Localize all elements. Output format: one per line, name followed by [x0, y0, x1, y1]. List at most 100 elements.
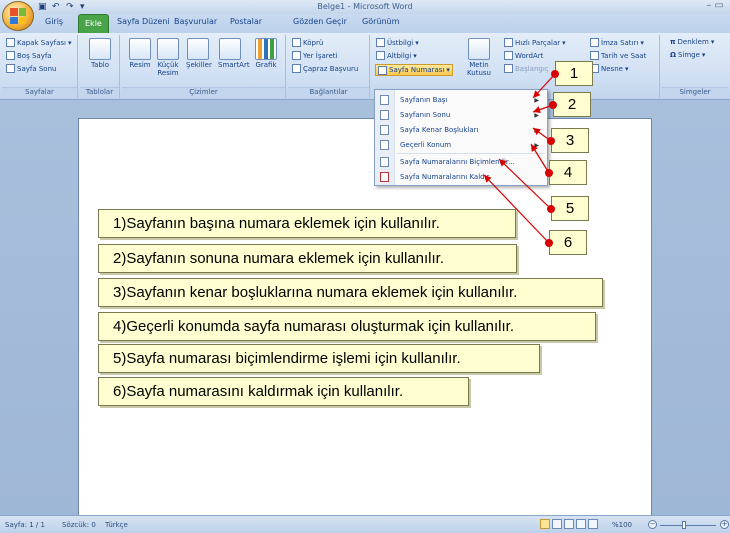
picture-icon [129, 38, 151, 60]
tablo-button[interactable]: Tablo [88, 38, 112, 69]
full-screen-view-icon[interactable] [552, 519, 562, 529]
group-baglantilar: Köprü Yer İşareti Çapraz Başvuru Bağlant… [288, 35, 370, 98]
menu-item-gecerli-konum[interactable]: Geçerli Konum ▶ [375, 138, 547, 152]
group-simgeler: π Denklem ▾ Ω Simge ▾ Simgeler [662, 35, 728, 98]
zoom-slider-thumb[interactable] [682, 521, 686, 529]
group-cizimler: Resim Küçük Resim Şekiller SmartArt Graf… [122, 35, 286, 98]
group-sayfalar: Kapak Sayfası ▾ Boş Sayfa Sayfa Sonu Say… [2, 35, 78, 98]
document-area [0, 100, 730, 518]
page-bottom-icon [380, 110, 389, 120]
submenu-arrow-icon: ▶ [534, 126, 539, 134]
callout-number-6: 6 [549, 230, 587, 255]
explanation-1: 1)Sayfanın başına numara eklemek için ku… [98, 209, 516, 238]
explanation-3: 3)Sayfanın kenar boşluklarına numara ekl… [98, 278, 603, 307]
title-bar: ▣ ↶ ↷ ▾ Belge1 - Microsoft Word – ▭ [0, 0, 730, 31]
submenu-arrow-icon: ▶ [534, 111, 539, 119]
web-layout-view-icon[interactable] [564, 519, 574, 529]
outline-view-icon[interactable] [576, 519, 586, 529]
callout-number-4: 4 [549, 160, 587, 185]
kopru-button[interactable]: Köprü [292, 38, 323, 47]
callout-number-2: 2 [553, 92, 591, 117]
nesne-button[interactable]: Nesne ▾ [590, 64, 628, 73]
callout-dot [545, 169, 553, 177]
capraz-basvuru-button[interactable]: Çapraz Başvuru [292, 64, 358, 73]
tab-basvurular[interactable]: Başvurular [174, 17, 217, 26]
zoom-level[interactable]: %100 [612, 521, 632, 529]
remove-icon [380, 172, 389, 182]
menu-item-kenar-bosluklari[interactable]: Sayfa Kenar Boşlukları ▶ [375, 123, 547, 137]
explanation-4: 4)Geçerli konumda sayfa numarası oluştur… [98, 312, 596, 341]
office-logo-icon [10, 8, 26, 24]
zoom-slider[interactable] [660, 525, 716, 526]
group-label-baglantilar: Bağlantılar [288, 87, 369, 98]
format-icon [380, 157, 389, 167]
explanation-6: 6)Sayfa numarasını kaldırmak için kullan… [98, 377, 469, 406]
imza-satiri-button[interactable]: İmza Satırı ▾ [590, 38, 644, 47]
callout-dot [547, 205, 555, 213]
clipart-icon [157, 38, 179, 60]
draft-view-icon[interactable] [588, 519, 598, 529]
menu-item-bicimlendir[interactable]: Sayfa Numaralarını Biçimlendir... [375, 155, 547, 169]
current-position-icon [380, 140, 389, 150]
ribbon: Kapak Sayfası ▾ Boş Sayfa Sayfa Sonu Say… [0, 33, 730, 100]
page-number-menu: Sayfanın Başı ▶ Sayfanın Sonu ▶ Sayfa Kena… [374, 89, 548, 186]
sayfa-numarasi-button[interactable]: Sayfa Numarası ▾ [375, 64, 453, 76]
word-count[interactable]: Sözcük: 0 [62, 521, 96, 529]
menu-item-kaldir[interactable]: Sayfa Numaralarını Kaldır [375, 170, 547, 184]
baslangic-button[interactable]: Başlangıç [504, 64, 549, 73]
tab-ekle[interactable]: Ekle [78, 14, 109, 33]
callout-dot [545, 239, 553, 247]
tab-sayfa-duzeni[interactable]: Sayfa Düzeni [117, 17, 170, 26]
window-controls[interactable]: – ▭ [706, 0, 724, 11]
explanation-5: 5)Sayfa numarası biçimlendirme işlemi iç… [98, 344, 540, 373]
denklem-button[interactable]: π Denklem ▾ [670, 38, 714, 46]
shapes-icon [187, 38, 209, 60]
callout-number-3: 3 [551, 128, 589, 153]
tab-gorunum[interactable]: Görünüm [362, 17, 399, 26]
smartart-button[interactable]: SmartArt [218, 38, 250, 69]
language-indicator[interactable]: Türkçe [105, 521, 128, 529]
explanation-2: 2)Sayfanın sonuna numara eklemek için ku… [98, 244, 517, 273]
textbox-icon [468, 38, 490, 60]
kucuk-resim-button[interactable]: Küçük Resim [156, 38, 180, 77]
altbilgi-button[interactable]: Altbilgi ▾ [376, 51, 417, 60]
ustbilgi-button[interactable]: Üstbilgi ▾ [376, 38, 419, 47]
wordart-button[interactable]: WordArt [504, 51, 543, 60]
callout-number-5: 5 [551, 196, 589, 221]
submenu-arrow-icon: ▶ [534, 96, 539, 104]
tab-gozden-gecir[interactable]: Gözden Geçir [293, 17, 347, 26]
zoom-out-icon[interactable]: − [648, 520, 657, 529]
ribbon-tabs: Giriş Ekle Sayfa Düzeni Başvurular Posta… [0, 14, 730, 33]
group-label-simgeler: Simgeler [662, 87, 728, 98]
resim-button[interactable]: Resim [128, 38, 152, 69]
menu-item-sayfanin-sonu[interactable]: Sayfanın Sonu ▶ [375, 108, 547, 122]
metin-kutusu-button[interactable]: Metin Kutusu [464, 38, 494, 77]
callout-number-1: 1 [555, 61, 593, 86]
zoom-in-icon[interactable]: + [720, 520, 729, 529]
bos-sayfa-button[interactable]: Boş Sayfa [6, 51, 52, 60]
menu-item-sayfanin-basi[interactable]: Sayfanın Başı ▶ [375, 93, 547, 107]
group-label-cizimler: Çizimler [122, 87, 285, 98]
tab-giris[interactable]: Giriş [45, 17, 63, 26]
page-top-icon [380, 95, 389, 105]
submenu-arrow-icon: ▶ [534, 141, 539, 149]
grafik-button[interactable]: Grafik [254, 38, 278, 69]
callout-dot [551, 70, 559, 78]
callout-dot [549, 101, 557, 109]
yer-isareti-button[interactable]: Yer İşareti [292, 51, 337, 60]
window-title: Belge1 - Microsoft Word [317, 2, 413, 11]
simge-button[interactable]: Ω Simge ▾ [670, 51, 705, 59]
page-indicator[interactable]: Sayfa: 1 / 1 [5, 521, 45, 529]
hizli-parcalar-button[interactable]: Hızlı Parçalar ▾ [504, 38, 566, 47]
tab-postalar[interactable]: Postalar [230, 17, 262, 26]
chart-icon [255, 38, 277, 60]
office-button[interactable] [2, 1, 34, 31]
print-layout-view-icon[interactable] [540, 519, 550, 529]
sekiller-button[interactable]: Şekiller [186, 38, 212, 69]
tarih-ve-saat-button[interactable]: Tarih ve Saat [590, 51, 646, 60]
sayfa-sonu-button[interactable]: Sayfa Sonu [6, 64, 56, 73]
view-buttons [540, 519, 598, 529]
kapak-sayfasi-button[interactable]: Kapak Sayfası ▾ [6, 38, 72, 47]
smartart-icon [219, 38, 241, 60]
group-tablolar: Tablo Tablolar [80, 35, 120, 98]
